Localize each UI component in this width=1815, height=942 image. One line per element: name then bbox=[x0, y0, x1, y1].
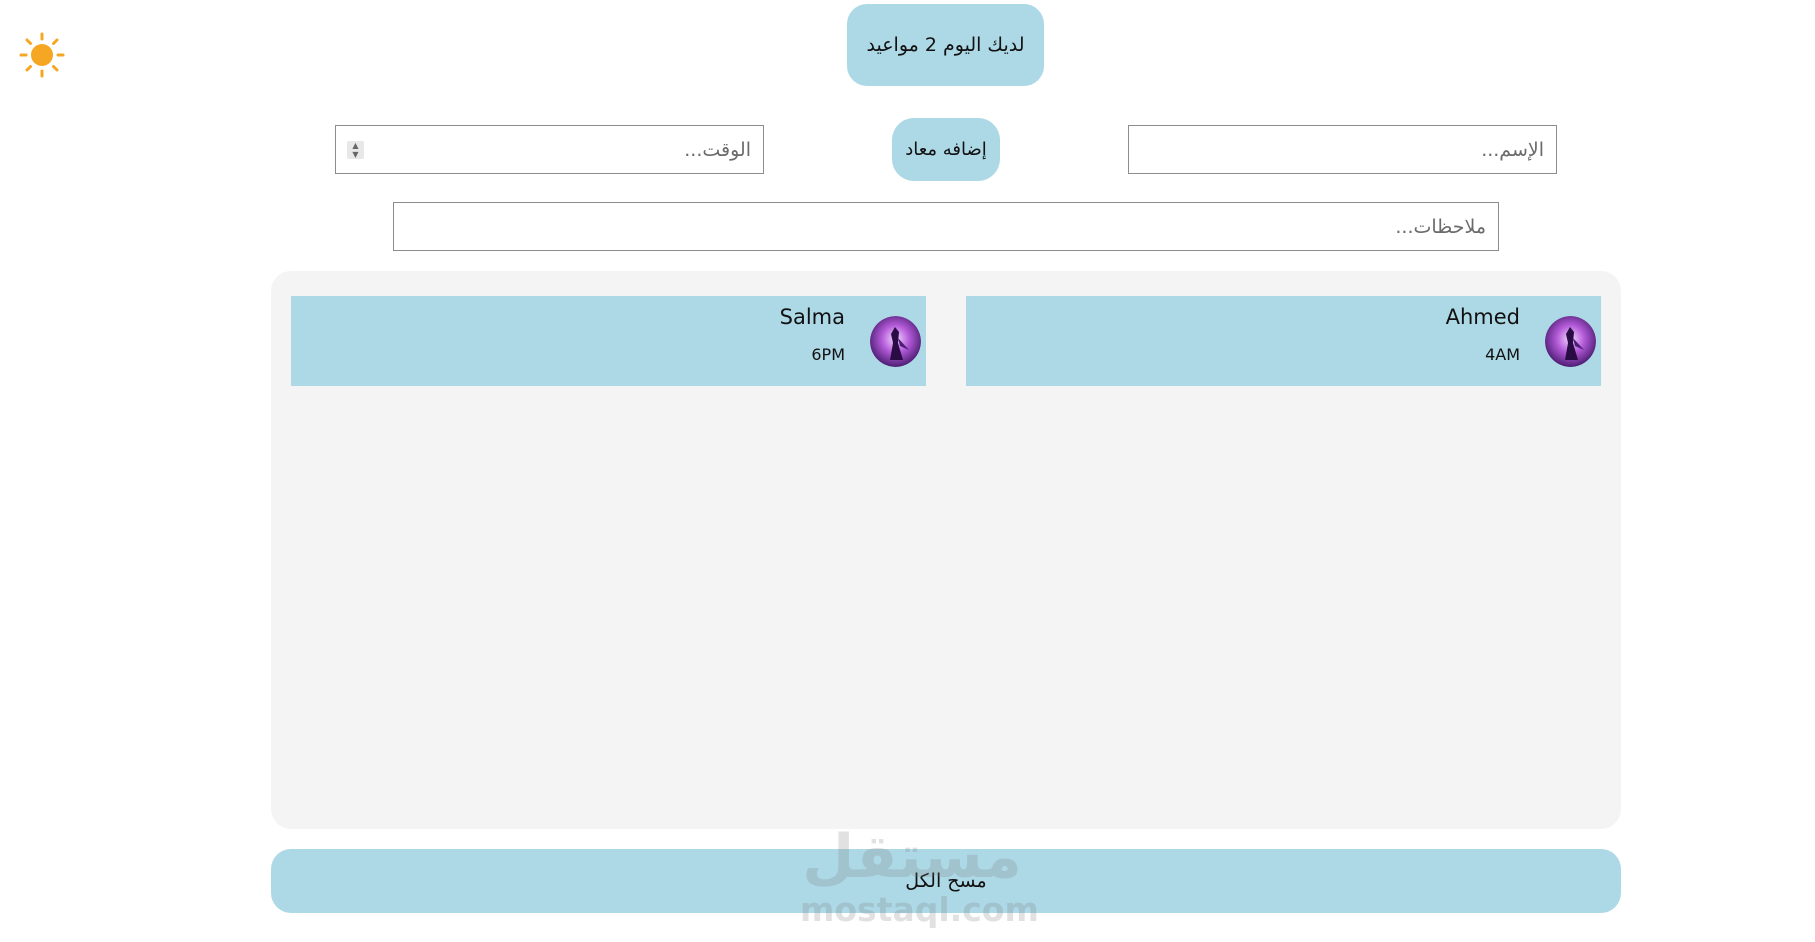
notes-input[interactable] bbox=[393, 202, 1499, 251]
time-field: ▲▼ bbox=[335, 125, 764, 174]
appointments-count-text: لديك اليوم 2 مواعيد bbox=[866, 34, 1025, 56]
time-spinner-icon[interactable]: ▲ ▼ bbox=[347, 141, 364, 159]
clear-all-button[interactable]: مسح الكل bbox=[271, 849, 1621, 913]
appointment-name: Salma bbox=[779, 305, 845, 329]
time-input[interactable] bbox=[335, 125, 764, 174]
appointments-page: لديك اليوم 2 مواعيد إضافه معاد ▲▼ bbox=[0, 0, 1815, 942]
appointments-count-badge: لديك اليوم 2 مواعيد bbox=[847, 4, 1044, 86]
appointment-name: Ahmed bbox=[1445, 305, 1520, 329]
avatar-image-icon bbox=[1545, 316, 1596, 367]
appointment-card[interactable]: Ahmed 4AM bbox=[966, 296, 1601, 386]
avatar bbox=[1545, 316, 1596, 367]
sun-icon bbox=[19, 32, 65, 78]
name-input[interactable] bbox=[1128, 125, 1557, 174]
avatar-image-icon bbox=[870, 316, 921, 367]
appointment-time: 4AM bbox=[1485, 345, 1520, 364]
appointments-list: Ahmed 4AM Salma 6PM bbox=[271, 271, 1621, 829]
appointment-card[interactable]: Salma 6PM bbox=[291, 296, 926, 386]
appointment-time: 6PM bbox=[811, 345, 845, 364]
add-appointment-button[interactable]: إضافه معاد bbox=[892, 118, 1000, 181]
avatar bbox=[870, 316, 921, 367]
theme-toggle-button[interactable] bbox=[18, 31, 66, 79]
